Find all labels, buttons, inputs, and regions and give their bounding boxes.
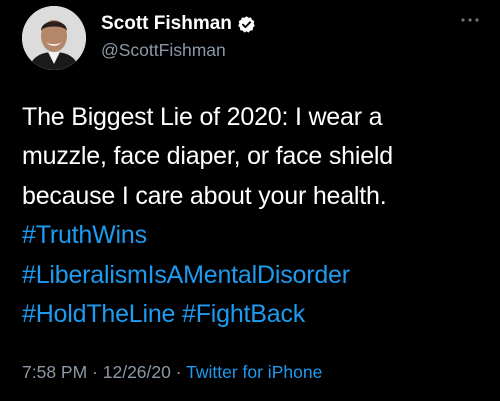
author-names: Scott Fishman @ScottFishman	[101, 12, 256, 61]
tweet-header: Scott Fishman @ScottFishman	[22, 6, 482, 72]
meta-separator: ·	[170, 362, 187, 382]
hashtag-link[interactable]: #TruthWins	[22, 221, 147, 249]
hashtag-link[interactable]: #FightBack	[182, 300, 305, 328]
avatar[interactable]	[22, 6, 86, 70]
tweet-time[interactable]: 7:58 PM	[22, 362, 87, 382]
tweet-source-link[interactable]: Twitter for iPhone	[186, 362, 322, 382]
tweet-text-line: because I care about your health.	[22, 181, 387, 210]
meta-separator: ·	[87, 362, 103, 382]
avatar-photo	[22, 6, 86, 70]
tweet-metadata: 7:58 PM · 12/26/20 · Twitter for iPhone	[22, 360, 322, 384]
display-name-row: Scott Fishman	[101, 12, 256, 36]
tweet-text-line: The Biggest Lie of 2020: I wear a	[22, 103, 383, 131]
handle[interactable]: @ScottFishman	[101, 39, 256, 61]
tweet-date[interactable]: 12/26/20	[103, 362, 171, 382]
more-options-icon[interactable]	[458, 10, 482, 30]
display-name[interactable]: Scott Fishman	[101, 12, 232, 36]
verified-badge-icon	[237, 15, 256, 34]
hashtag-link[interactable]: #HoldTheLine	[22, 300, 175, 328]
tweet-text: The Biggest Lie of 2020: I wear a muzzle…	[22, 98, 487, 334]
hashtag-link[interactable]: #LiberalismIsAMentalDisorder	[22, 261, 350, 289]
tweet-text-line: muzzle, face diaper, or face shield	[22, 142, 393, 171]
